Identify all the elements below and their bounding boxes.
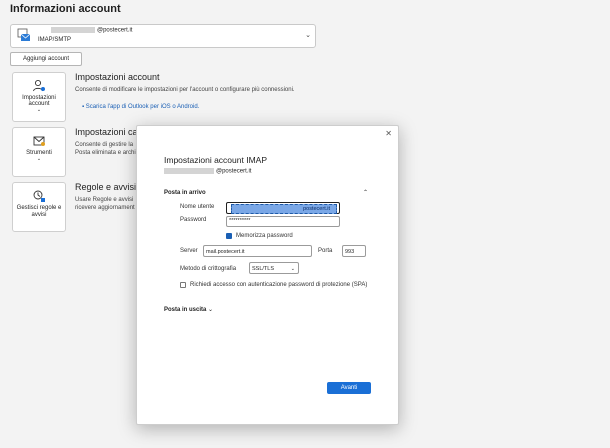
- tools-button[interactable]: Strumenti ⌄: [12, 127, 66, 177]
- next-button[interactable]: Avanti: [327, 382, 371, 394]
- dialog-email: @postecert.it: [164, 168, 251, 175]
- manage-rules-label: Gestisci regole e avvisi: [16, 205, 62, 218]
- remember-password-label: Memorizza password: [236, 233, 293, 239]
- username-selection: postecert.it: [231, 204, 337, 214]
- spa-label: Richiedi accesso con autenticazione pass…: [190, 282, 368, 288]
- mail-account-icon: [17, 28, 31, 41]
- rules-alerts-heading: Regole e avvisi: [75, 182, 137, 192]
- account-settings-icon: [33, 79, 45, 92]
- imap-settings-dialog: ✕ Impostazioni account IMAP @postecert.i…: [136, 125, 399, 425]
- server-input[interactable]: mail.postecert.it: [203, 245, 312, 257]
- chevron-down-icon: ⌄: [36, 107, 42, 113]
- password-label: Password: [180, 217, 207, 223]
- server-label: Server: [180, 248, 198, 254]
- port-input[interactable]: 993: [342, 245, 366, 257]
- chevron-up-icon[interactable]: ⌃: [363, 189, 368, 196]
- account-settings-description: Consente di modificare le impostazioni p…: [75, 87, 295, 93]
- account-settings-button[interactable]: Impostazioni account ⌄: [12, 72, 66, 122]
- download-outlook-link[interactable]: ▪ Scarica l'app di Outlook per iOS o And…: [82, 104, 199, 110]
- account-type: IMAP/SMTP: [38, 37, 72, 43]
- account-settings-heading: Impostazioni account: [75, 72, 160, 82]
- account-selector[interactable]: @postecert.it IMAP/SMTP ⌄: [10, 24, 316, 48]
- remember-password-checkbox[interactable]: [226, 233, 232, 239]
- password-input[interactable]: **********: [226, 216, 340, 227]
- spa-checkbox[interactable]: [180, 282, 186, 288]
- encryption-label: Metodo di crittografia: [180, 266, 237, 272]
- account-email: @postecert.it: [51, 27, 132, 34]
- manage-rules-button[interactable]: Gestisci regole e avvisi: [12, 182, 66, 232]
- encryption-select[interactable]: SSL/TLS ⌄: [249, 262, 299, 274]
- port-label: Porta: [318, 248, 333, 254]
- encryption-value: SSL/TLS: [252, 266, 275, 272]
- chevron-down-icon: ⌄: [36, 156, 42, 162]
- tools-icon: [33, 136, 45, 146]
- chevron-down-icon: ⌄: [290, 266, 295, 272]
- chevron-down-icon: ⌄: [208, 307, 214, 313]
- close-icon[interactable]: ✕: [385, 129, 392, 138]
- username-label: Nome utente: [180, 204, 215, 210]
- redacted-email-block: [164, 168, 214, 174]
- dialog-title: Impostazioni account IMAP: [164, 155, 267, 165]
- outgoing-mail-section[interactable]: Posta in uscita ⌄: [164, 306, 213, 313]
- rules-alerts-icon: [33, 190, 45, 202]
- chevron-down-icon[interactable]: ⌄: [305, 31, 311, 39]
- incoming-mail-section[interactable]: Posta in arrivo: [164, 190, 206, 196]
- account-settings-label: Impostazioni account: [22, 95, 56, 107]
- username-input[interactable]: postecert.it: [226, 202, 340, 214]
- page-title: Informazioni account: [10, 3, 121, 15]
- add-account-button[interactable]: Aggiungi account: [10, 52, 82, 66]
- redacted-email-block: [51, 27, 95, 33]
